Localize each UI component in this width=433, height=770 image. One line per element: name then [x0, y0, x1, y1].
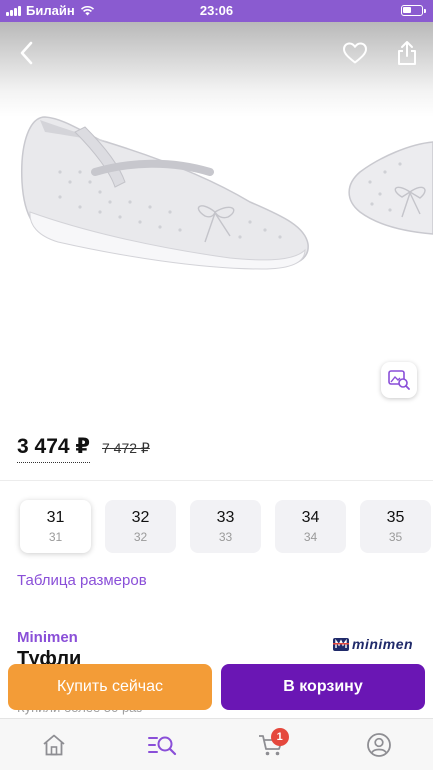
brand-logo-mark [333, 637, 349, 651]
shoe-next [348, 141, 433, 235]
nav-catalog[interactable] [132, 725, 192, 765]
favorite-button[interactable] [338, 36, 372, 70]
size-label: 33 [216, 509, 235, 526]
catalog-search-icon [148, 736, 177, 755]
nav-profile[interactable] [349, 725, 409, 765]
brand-logo-text: minimen [352, 636, 414, 652]
product-image [21, 116, 433, 270]
back-button[interactable] [10, 36, 44, 70]
status-bar: Билайн 23:06 [0, 0, 433, 22]
price-old: 7 472 ₽ [102, 440, 150, 456]
nav-cart[interactable]: 1 [241, 725, 301, 765]
size-selector: 31 31 32 32 33 33 34 34 35 35 [20, 500, 431, 553]
shoe-main [21, 116, 309, 270]
image-search-button[interactable] [381, 362, 417, 398]
battery-icon [401, 5, 426, 16]
size-sublabel: 34 [303, 530, 318, 544]
brand-name[interactable]: Minimen [17, 629, 78, 646]
cart-badge: 1 [270, 727, 289, 746]
action-buttons: Купить сейчас В корзину [8, 664, 425, 710]
image-search-icon [388, 370, 410, 390]
share-icon [398, 41, 416, 65]
price-current[interactable]: 3 474 ₽ [17, 434, 90, 463]
add-to-cart-button[interactable]: В корзину [221, 664, 425, 710]
nav-home[interactable] [24, 725, 84, 765]
size-label: 32 [131, 509, 150, 526]
size-sublabel: 31 [48, 530, 63, 544]
buy-now-button[interactable]: Купить сейчас [8, 664, 212, 710]
price-row: 3 474 ₽ 7 472 ₽ [17, 434, 150, 463]
size-sublabel: 35 [388, 530, 403, 544]
size-chip-33[interactable]: 33 33 [190, 500, 261, 553]
brand-logo[interactable]: minimen [333, 636, 413, 652]
profile-icon [366, 732, 391, 757]
home-icon [43, 734, 65, 755]
status-time: 23:06 [199, 3, 234, 18]
share-button[interactable] [390, 36, 424, 70]
size-chip-35[interactable]: 35 35 [360, 500, 431, 553]
size-label: 35 [386, 509, 405, 526]
product-gallery[interactable] [0, 22, 433, 414]
size-chip-32[interactable]: 32 32 [105, 500, 176, 553]
heart-icon [343, 42, 367, 64]
size-label: 31 [46, 509, 65, 526]
size-label: 34 [301, 509, 320, 526]
bottom-nav: 1 [0, 718, 433, 770]
size-table-link[interactable]: Таблица размеров [17, 572, 147, 589]
chevron-left-icon [20, 41, 33, 65]
size-sublabel: 33 [218, 530, 233, 544]
size-sublabel: 32 [133, 530, 148, 544]
size-chip-34[interactable]: 34 34 [275, 500, 346, 553]
size-chip-31[interactable]: 31 31 [20, 500, 91, 553]
divider [0, 480, 433, 481]
